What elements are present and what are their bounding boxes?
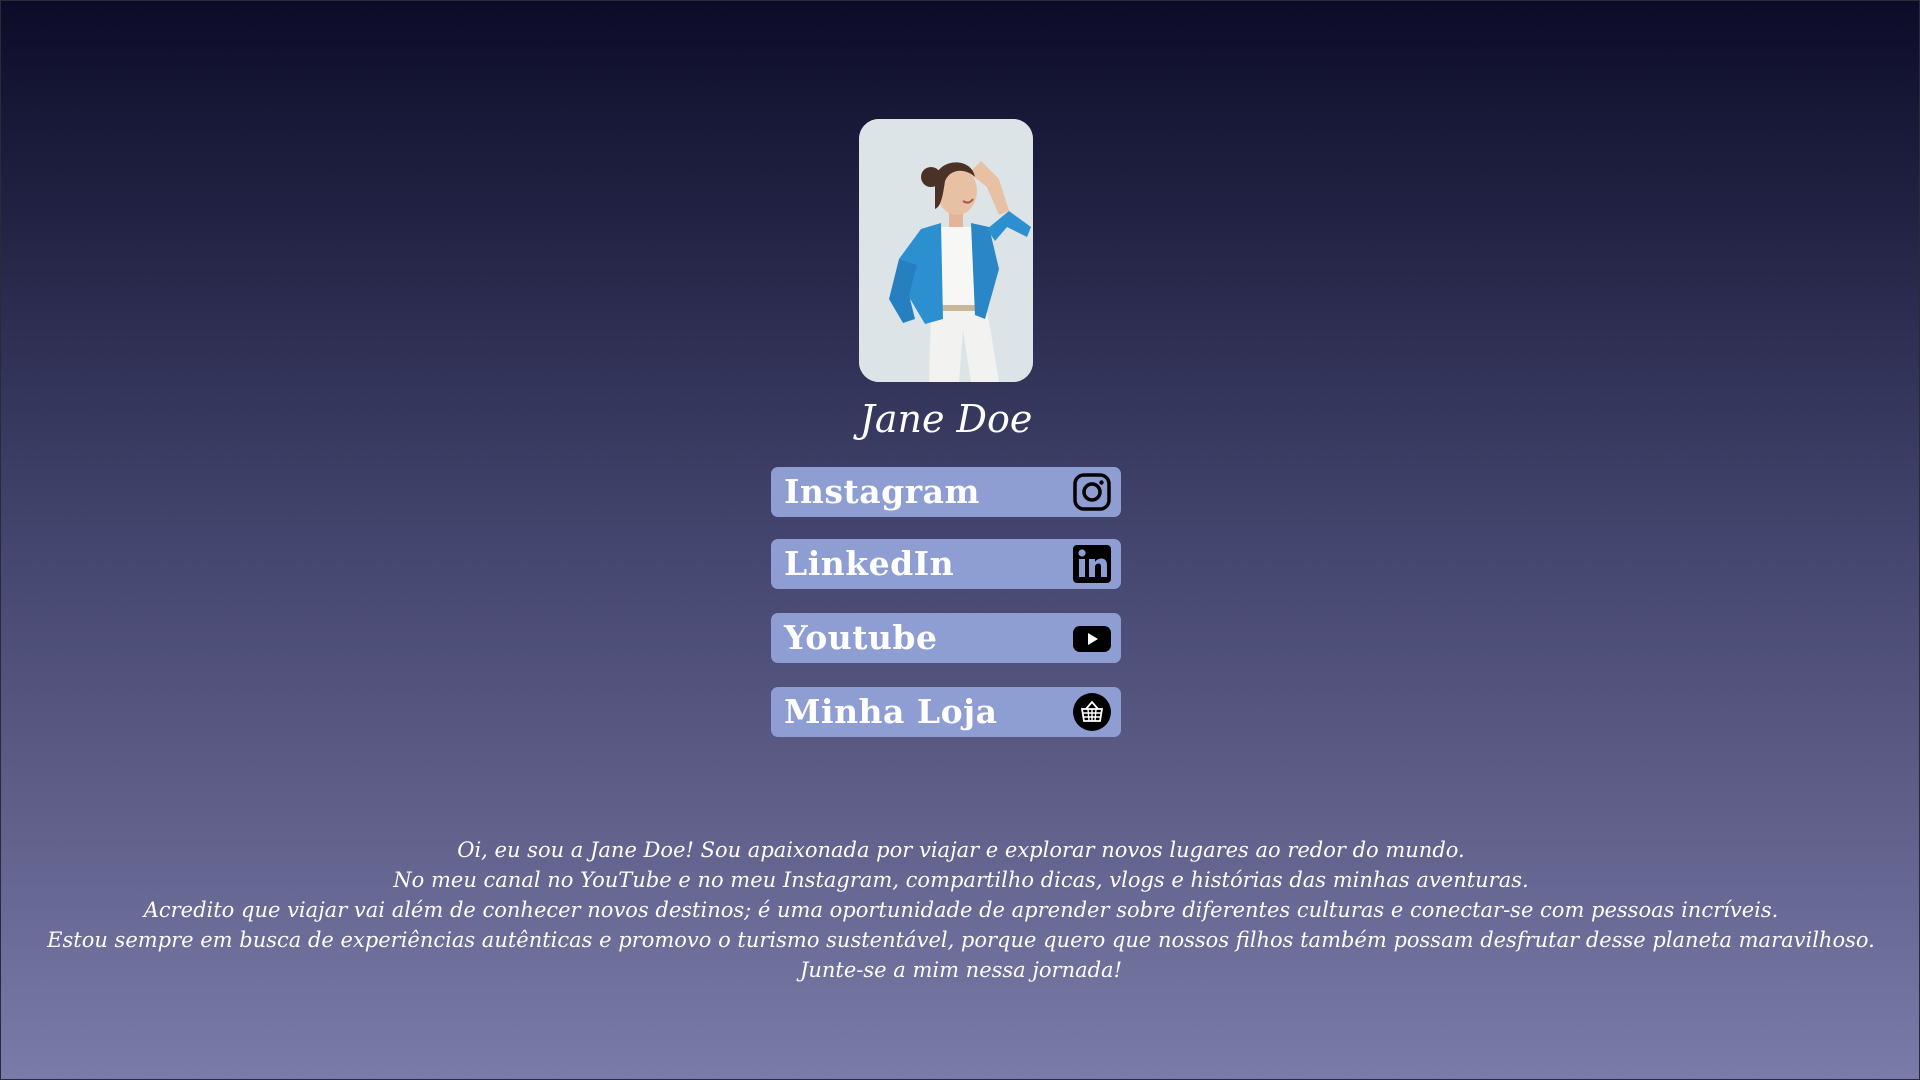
bio-line: Junte-se a mim nessa jornada!	[799, 958, 1123, 982]
bio-line: Estou sempre em busca de experiências au…	[47, 928, 1875, 952]
store-link-button[interactable]: Minha Loja	[771, 687, 1121, 737]
profile-photo	[859, 119, 1033, 382]
link-label: LinkedIn	[784, 544, 955, 583]
linkedin-icon	[1073, 545, 1111, 583]
instagram-link-button[interactable]: Instagram	[771, 467, 1121, 517]
link-label: Instagram	[784, 472, 980, 511]
link-label: Minha Loja	[784, 692, 998, 731]
bio-text: Oi, eu sou a Jane Doe! Sou apaixonada po…	[41, 835, 1881, 985]
linktree-page: Jane Doe Instagram LinkedIn Youtube Minh…	[1, 1, 1920, 1080]
youtube-icon	[1073, 619, 1111, 657]
link-label: Youtube	[784, 618, 938, 657]
youtube-link-button[interactable]: Youtube	[771, 613, 1121, 663]
bio-line: Acredito que viajar vai além de conhecer…	[143, 898, 1779, 922]
instagram-icon	[1073, 473, 1111, 511]
link-list: Instagram LinkedIn Youtube Minha Loja	[771, 467, 1121, 761]
bio-line: No meu canal no YouTube e no meu Instagr…	[393, 868, 1529, 892]
shopping-basket-icon	[1073, 693, 1111, 731]
linkedin-link-button[interactable]: LinkedIn	[771, 539, 1121, 589]
bio-line: Oi, eu sou a Jane Doe! Sou apaixonada po…	[457, 838, 1465, 862]
profile-name: Jane Doe	[859, 397, 1033, 441]
